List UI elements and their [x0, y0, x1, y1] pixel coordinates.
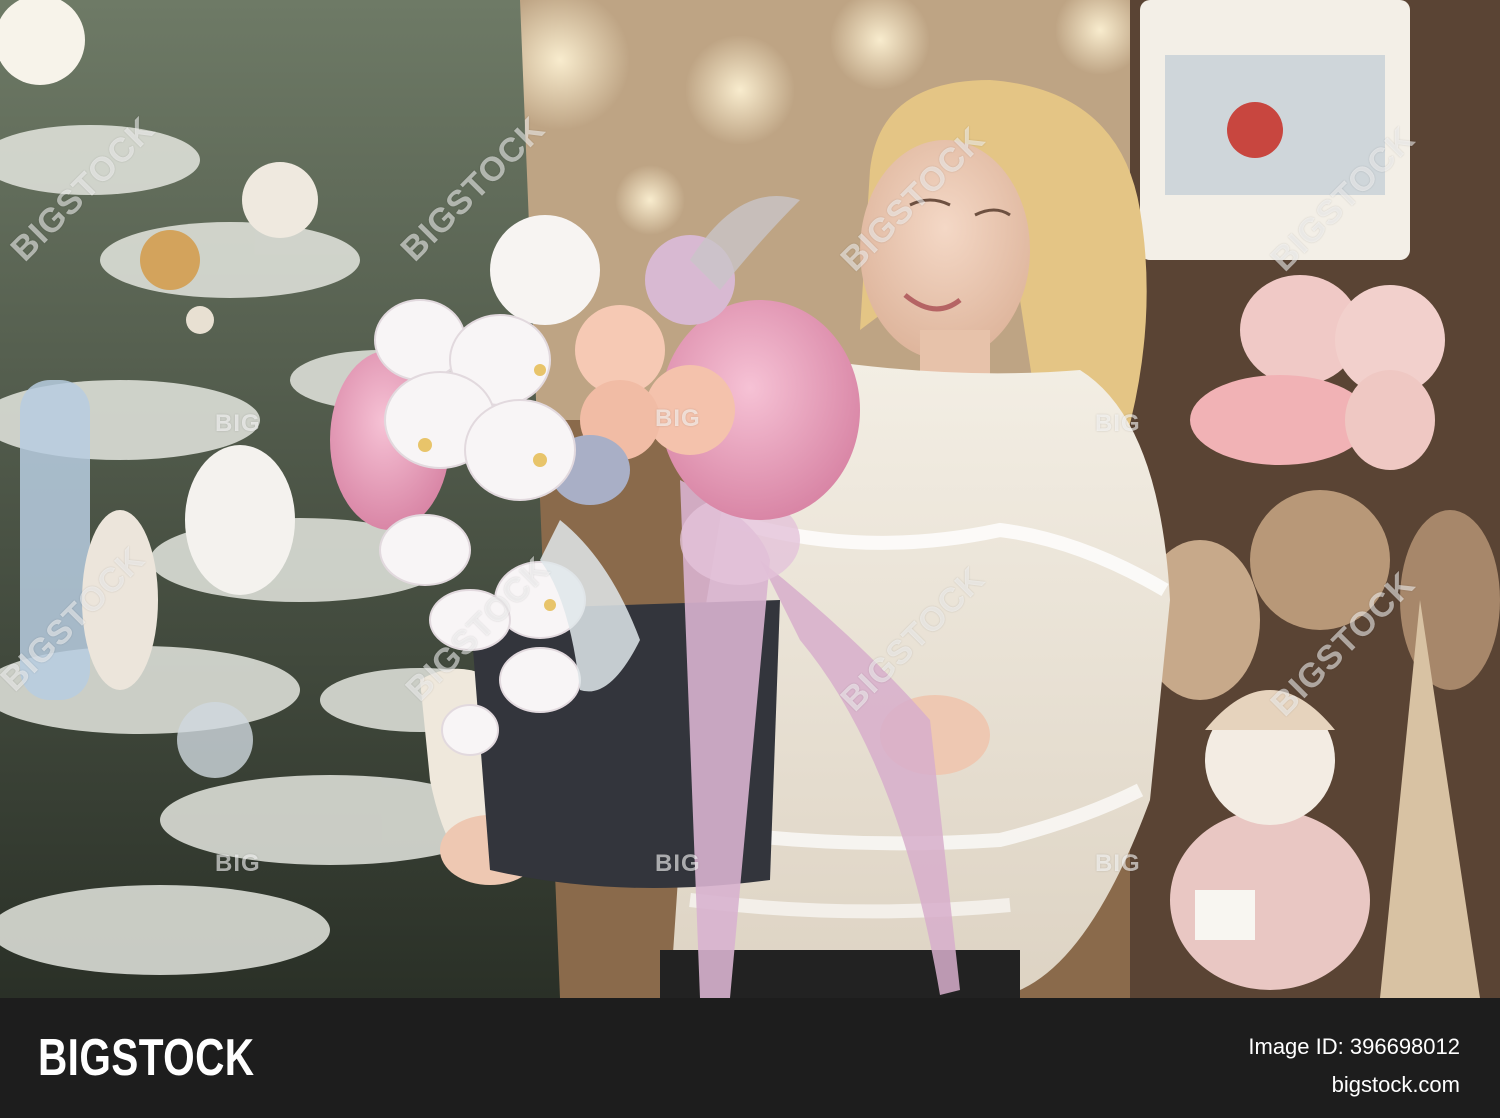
site-url[interactable]: bigstock.com — [1248, 1066, 1460, 1104]
image-meta: Image ID: 396698012 bigstock.com — [1248, 1028, 1460, 1104]
watermark-short: BIG — [215, 850, 261, 877]
toy-shelf — [1130, 0, 1500, 998]
image-id-line: Image ID: 396698012 — [1248, 1028, 1460, 1066]
watermark-short: BIG — [655, 405, 701, 432]
photo-illustration — [0, 0, 1500, 998]
image-id-value: 396698012 — [1349, 1034, 1460, 1059]
stock-photo-page: BIGSTOCK BIGSTOCK BIGSTOCK BIGSTOCK BIGS… — [0, 0, 1500, 1118]
watermark-short: BIG — [1095, 850, 1141, 877]
watermark-short: BIG — [215, 410, 261, 437]
watermark-short: BIG — [655, 850, 701, 877]
footer-bar: BIGSTOCK Image ID: 396698012 bigstock.co… — [0, 998, 1500, 1118]
watermark-short: BIG — [1095, 410, 1141, 437]
photo: BIGSTOCK BIGSTOCK BIGSTOCK BIGSTOCK BIGS… — [0, 0, 1500, 998]
image-id-label: Image ID: — [1248, 1034, 1344, 1059]
brand-logo: BIGSTOCK — [38, 1029, 255, 1087]
